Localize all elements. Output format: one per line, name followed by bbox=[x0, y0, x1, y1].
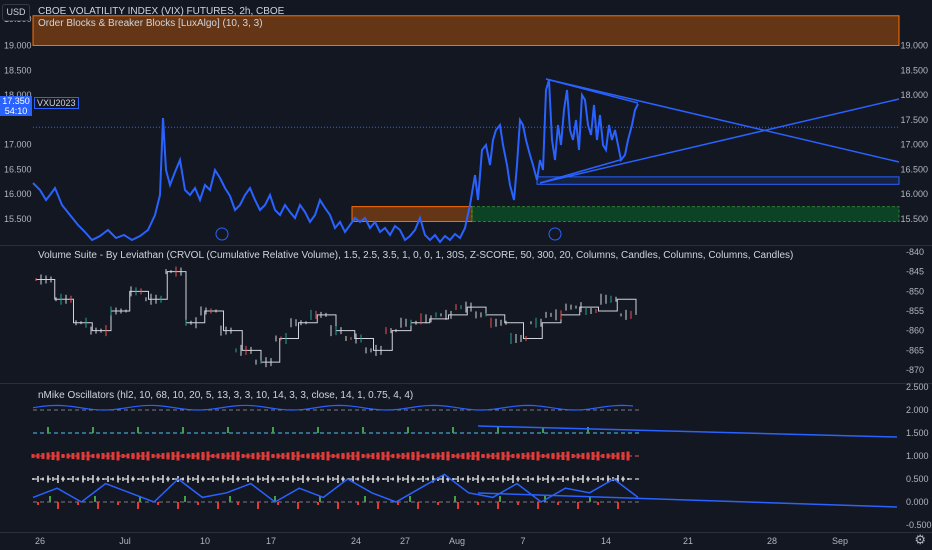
price-tick-label-left: 16.500 bbox=[4, 164, 32, 174]
trendline-top bbox=[545, 78, 639, 104]
x-tick-label: 24 bbox=[351, 536, 361, 546]
x-tick-label: Jul bbox=[119, 536, 131, 546]
x-tick-label: 17 bbox=[266, 536, 276, 546]
osc-tick-label: 2.000 bbox=[906, 405, 929, 415]
osc-tick-label: -0.500 bbox=[906, 520, 932, 530]
volume-tick-label: -845 bbox=[906, 267, 924, 277]
osc-tick-label: 2.500 bbox=[906, 382, 929, 392]
session-marker-icon bbox=[548, 227, 562, 241]
price-tick-label: 17.500 bbox=[900, 115, 928, 125]
price-tick-label: 15.500 bbox=[900, 214, 928, 224]
oscillator-pane-title: nMike Oscillators (hl2, 10, 68, 10, 20, … bbox=[38, 390, 414, 401]
x-tick-label: Aug bbox=[449, 536, 465, 546]
osc-tick-label: 0.500 bbox=[906, 474, 929, 484]
volume-tick-label: -840 bbox=[906, 247, 924, 257]
last-price-tag: 17.350 54:10 bbox=[0, 96, 32, 116]
x-tick-label: 21 bbox=[683, 536, 693, 546]
x-tick-label: Sep bbox=[832, 536, 848, 546]
price-tick-label: 19.000 bbox=[900, 41, 928, 51]
volume-tick-label: -855 bbox=[906, 306, 924, 316]
order-block-bull bbox=[471, 206, 900, 222]
osc-top-line bbox=[32, 404, 634, 411]
x-tick-label: 28 bbox=[767, 536, 777, 546]
volume-tick-label: -870 bbox=[906, 365, 924, 375]
symbol-tag: VXU2023 bbox=[34, 97, 79, 109]
osc-trendline-upper bbox=[477, 425, 898, 438]
price-tick-label-left: 16.000 bbox=[4, 189, 32, 199]
order-block-bear-2 bbox=[351, 206, 473, 222]
osc-tick-label: 0.000 bbox=[906, 497, 929, 507]
price-tick-label-left: 18.500 bbox=[4, 65, 32, 75]
volume-tick-label: -865 bbox=[906, 345, 924, 355]
last-price-value: 17.350 bbox=[2, 96, 30, 106]
volume-tick-label: -850 bbox=[906, 286, 924, 296]
osc-trendline-lower bbox=[477, 492, 898, 508]
x-tick-label: 7 bbox=[520, 536, 525, 546]
price-tick-label: 18.500 bbox=[900, 65, 928, 75]
x-tick-label: 26 bbox=[35, 536, 45, 546]
osc-tick-label: 1.500 bbox=[906, 428, 929, 438]
price-tick-label: 16.500 bbox=[900, 164, 928, 174]
price-tick-label: 16.000 bbox=[900, 189, 928, 199]
session-marker-icon bbox=[215, 227, 229, 241]
osc-tick-label: 1.000 bbox=[906, 451, 929, 461]
indicator-title: Order Blocks & Breaker Blocks [LuxAlgo] … bbox=[38, 18, 263, 29]
currency-button[interactable]: USD bbox=[2, 4, 30, 21]
price-tick-label-left: 17.000 bbox=[4, 140, 32, 150]
price-tick-label-left: 15.500 bbox=[4, 214, 32, 224]
breaker-block bbox=[536, 176, 900, 185]
bar-countdown: 54:10 bbox=[4, 106, 28, 116]
price-tick-label: 17.000 bbox=[900, 140, 928, 150]
price-tick-label: 18.000 bbox=[900, 90, 928, 100]
main-title: CBOE VOLATILITY INDEX (VIX) FUTURES, 2h,… bbox=[38, 6, 285, 17]
price-tick-label-left: 19.000 bbox=[4, 41, 32, 51]
settings-gear-icon[interactable]: ⚙ bbox=[914, 532, 926, 548]
volume-tick-label: -860 bbox=[906, 326, 924, 336]
volume-pane-title: Volume Suite - By Leviathan (CRVOL (Cumu… bbox=[38, 250, 794, 261]
chart-canvas: 19.000 18.500 18.000 17.500 17.000 16.500 16.0… bbox=[0, 14, 932, 546]
x-tick-label: 10 bbox=[200, 536, 210, 546]
x-tick-label: 27 bbox=[400, 536, 410, 546]
x-tick-label: 14 bbox=[601, 536, 611, 546]
